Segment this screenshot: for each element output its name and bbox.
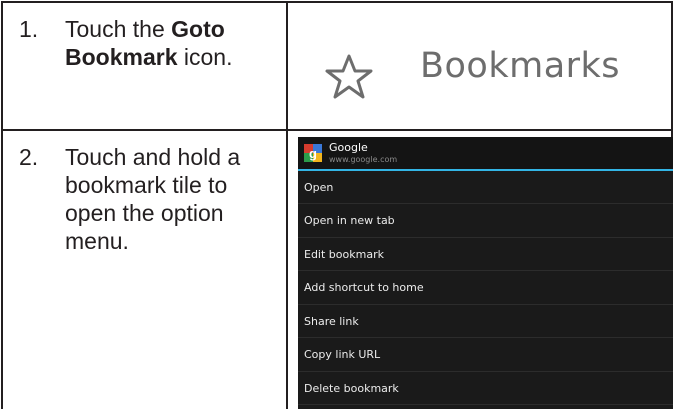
step-cell-2: 2. Touch and hold a bookmark tile to ope… — [1, 128, 288, 409]
bookmarks-label: Bookmarks — [420, 46, 621, 86]
instruction-table: 1. Touch the Goto Bookmark icon. Bookmar… — [1, 1, 673, 409]
svg-text:g: g — [309, 146, 317, 161]
step-text: Touch the Goto Bookmark icon. — [65, 15, 280, 71]
step-row-1: 1. Touch the Goto Bookmark icon. Bookmar… — [1, 1, 673, 131]
menu-item-edit-bookmark[interactable]: Edit bookmark — [298, 238, 673, 272]
bookmark-context-menu: g Google www.google.com Open Open in new… — [298, 136, 673, 409]
step-text-part: Touch the — [65, 16, 172, 42]
google-favicon-icon: g — [304, 143, 322, 162]
step-cell-1: 1. Touch the Goto Bookmark icon. — [1, 1, 288, 131]
menu-item-add-shortcut[interactable]: Add shortcut to home — [298, 271, 673, 305]
step-number: 1. — [19, 16, 39, 42]
menu-item-copy-link-url[interactable]: Copy link URL — [298, 338, 673, 372]
star-outline-icon — [325, 54, 373, 99]
menu-screenshot-cell: g Google www.google.com Open Open in new… — [286, 128, 673, 409]
menu-header: g Google www.google.com — [298, 136, 673, 171]
step-number: 2. — [19, 143, 39, 170]
menu-item-open-new-tab[interactable]: Open in new tab — [298, 204, 673, 238]
bookmark-graphic-cell: Bookmarks — [286, 1, 673, 131]
menu-url: www.google.com — [329, 154, 398, 164]
menu-item-delete-bookmark[interactable]: Delete bookmark — [298, 372, 673, 406]
step-row-2: 2. Touch and hold a bookmark tile to ope… — [1, 128, 673, 409]
step-text-part: icon. — [177, 44, 233, 70]
menu-item-open[interactable]: Open — [298, 171, 673, 205]
menu-item-share-link[interactable]: Share link — [298, 305, 673, 339]
step-text: Touch and hold a bookmark tile to open t… — [65, 143, 241, 254]
menu-title: Google — [329, 140, 368, 154]
